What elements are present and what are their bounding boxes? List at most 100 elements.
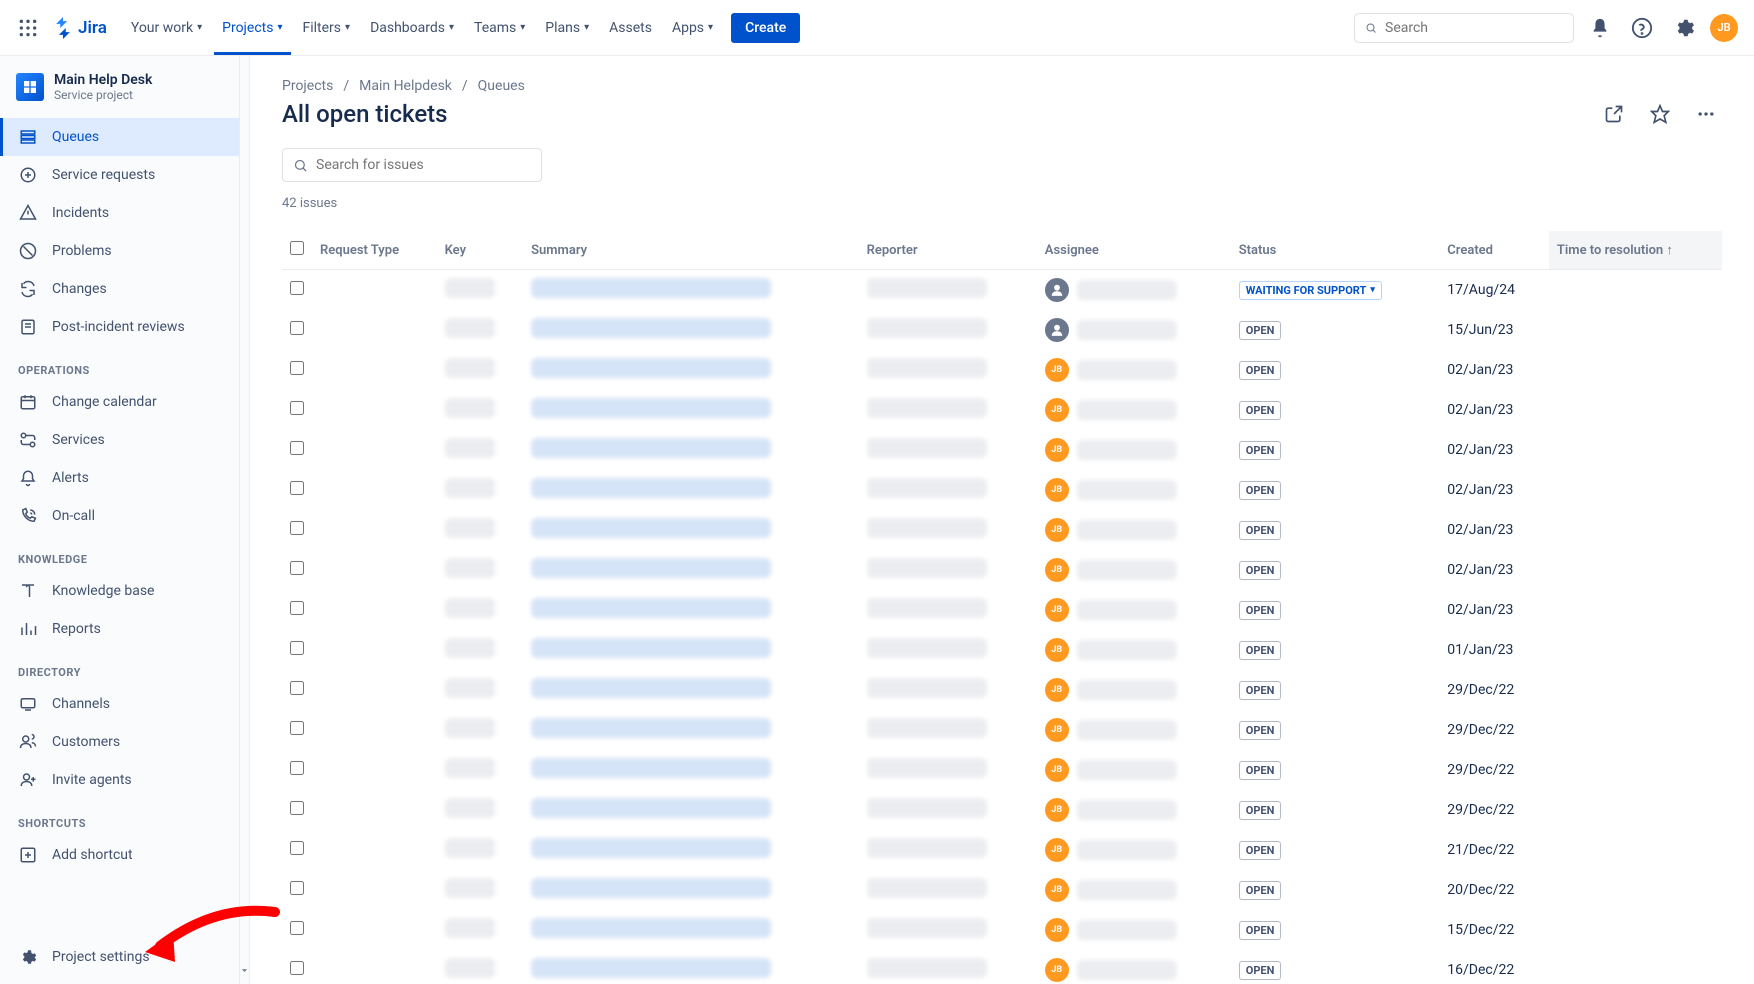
sidebar-item-problems[interactable]: Problems bbox=[0, 232, 239, 270]
status-badge[interactable]: OPEN bbox=[1239, 561, 1282, 580]
sidebar-item-service-requests[interactable]: Service requests bbox=[0, 156, 239, 194]
col-key[interactable]: Key bbox=[437, 231, 523, 270]
table-row[interactable]: JBOPEN29/Dec/22 bbox=[282, 750, 1722, 790]
col-request-type[interactable]: Request Type bbox=[312, 231, 437, 270]
table-row[interactable]: JBOPEN02/Jan/23 bbox=[282, 470, 1722, 510]
row-checkbox[interactable] bbox=[290, 761, 304, 775]
status-badge[interactable]: OPEN bbox=[1239, 361, 1282, 380]
notifications-icon[interactable] bbox=[1584, 12, 1616, 44]
col-created[interactable]: Created bbox=[1439, 231, 1549, 270]
sidebar-item-knowledge-base[interactable]: Knowledge base bbox=[0, 572, 239, 610]
col-status[interactable]: Status bbox=[1231, 231, 1440, 270]
sidebar-item-on-call[interactable]: On-call bbox=[0, 497, 239, 535]
status-badge[interactable]: OPEN bbox=[1239, 841, 1282, 860]
nav-dashboards[interactable]: Dashboards▾ bbox=[362, 14, 462, 42]
sidebar-item-invite-agents[interactable]: Invite agents bbox=[0, 761, 239, 799]
sidebar-resizer[interactable] bbox=[240, 56, 250, 984]
table-row[interactable]: JBOPEN02/Jan/23 bbox=[282, 430, 1722, 470]
table-row[interactable]: JBOPEN29/Dec/22 bbox=[282, 710, 1722, 750]
table-row[interactable]: JBOPEN15/Dec/22 bbox=[282, 910, 1722, 950]
status-badge[interactable]: OPEN bbox=[1239, 921, 1282, 940]
nav-apps[interactable]: Apps▾ bbox=[664, 14, 721, 42]
sidebar-item-channels[interactable]: Channels bbox=[0, 685, 239, 723]
row-checkbox[interactable] bbox=[290, 841, 304, 855]
breadcrumb-project[interactable]: Main Helpdesk bbox=[359, 78, 452, 94]
global-search[interactable] bbox=[1354, 13, 1574, 43]
nav-your-work[interactable]: Your work▾ bbox=[123, 14, 210, 42]
star-icon[interactable] bbox=[1644, 98, 1676, 130]
table-row[interactable]: JBOPEN02/Jan/23 bbox=[282, 590, 1722, 630]
issue-search-input[interactable] bbox=[316, 157, 531, 173]
sidebar-item-incidents[interactable]: Incidents bbox=[0, 194, 239, 232]
table-row[interactable]: JBOPEN01/Jan/23 bbox=[282, 630, 1722, 670]
row-checkbox[interactable] bbox=[290, 601, 304, 615]
table-row[interactable]: JBOPEN16/Dec/22 bbox=[282, 950, 1722, 984]
row-checkbox[interactable] bbox=[290, 281, 304, 295]
row-checkbox[interactable] bbox=[290, 401, 304, 415]
table-row[interactable]: WAITING FOR SUPPORT ▾17/Aug/24 bbox=[282, 270, 1722, 311]
sidebar-item-queues[interactable]: Queues bbox=[0, 118, 239, 156]
jira-logo[interactable]: Jira bbox=[52, 17, 107, 39]
col-summary[interactable]: Summary bbox=[523, 231, 858, 270]
open-external-icon[interactable] bbox=[1598, 98, 1630, 130]
table-row[interactable]: JBOPEN02/Jan/23 bbox=[282, 550, 1722, 590]
row-checkbox[interactable] bbox=[290, 641, 304, 655]
more-icon[interactable] bbox=[1690, 98, 1722, 130]
col-reporter[interactable]: Reporter bbox=[859, 231, 1037, 270]
table-row[interactable]: JBOPEN02/Jan/23 bbox=[282, 510, 1722, 550]
sidebar-item-customers[interactable]: Customers bbox=[0, 723, 239, 761]
sidebar-item-change-calendar[interactable]: Change calendar bbox=[0, 383, 239, 421]
sidebar-item-reports[interactable]: Reports bbox=[0, 610, 239, 648]
status-badge[interactable]: OPEN bbox=[1239, 761, 1282, 780]
nav-filters[interactable]: Filters▾ bbox=[295, 14, 359, 42]
nav-teams[interactable]: Teams▾ bbox=[466, 14, 533, 42]
sidebar-item-add-shortcut[interactable]: Add shortcut bbox=[0, 836, 239, 874]
row-checkbox[interactable] bbox=[290, 561, 304, 575]
status-badge[interactable]: OPEN bbox=[1239, 721, 1282, 740]
global-search-input[interactable] bbox=[1385, 20, 1563, 36]
user-avatar[interactable]: JB bbox=[1710, 14, 1738, 42]
status-badge[interactable]: OPEN bbox=[1239, 801, 1282, 820]
row-checkbox[interactable] bbox=[290, 921, 304, 935]
help-icon[interactable] bbox=[1626, 12, 1658, 44]
col-time-to-resolution[interactable]: Time to resolution ↑ bbox=[1549, 231, 1722, 270]
settings-icon[interactable] bbox=[1668, 12, 1700, 44]
row-checkbox[interactable] bbox=[290, 961, 304, 975]
status-badge[interactable]: OPEN bbox=[1239, 961, 1282, 980]
create-button[interactable]: Create bbox=[731, 13, 800, 43]
row-checkbox[interactable] bbox=[290, 681, 304, 695]
row-checkbox[interactable] bbox=[290, 361, 304, 375]
table-row[interactable]: JBOPEN02/Jan/23 bbox=[282, 350, 1722, 390]
row-checkbox[interactable] bbox=[290, 801, 304, 815]
nav-plans[interactable]: Plans▾ bbox=[537, 14, 597, 42]
app-switcher-icon[interactable] bbox=[16, 16, 40, 40]
row-checkbox[interactable] bbox=[290, 521, 304, 535]
status-badge[interactable]: OPEN bbox=[1239, 641, 1282, 660]
table-row[interactable]: JBOPEN21/Dec/22 bbox=[282, 830, 1722, 870]
table-row[interactable]: JBOPEN29/Dec/22 bbox=[282, 670, 1722, 710]
status-badge[interactable]: OPEN bbox=[1239, 601, 1282, 620]
status-badge[interactable]: OPEN bbox=[1239, 481, 1282, 500]
col-assignee[interactable]: Assignee bbox=[1037, 231, 1231, 270]
table-row[interactable]: JBOPEN20/Dec/22 bbox=[282, 870, 1722, 910]
table-row[interactable]: JBOPEN29/Dec/22 bbox=[282, 790, 1722, 830]
select-all-checkbox[interactable] bbox=[290, 241, 304, 255]
status-badge[interactable]: OPEN bbox=[1239, 681, 1282, 700]
row-checkbox[interactable] bbox=[290, 321, 304, 335]
table-row[interactable]: JBOPEN02/Jan/23 bbox=[282, 390, 1722, 430]
status-badge[interactable]: OPEN bbox=[1239, 441, 1282, 460]
issue-search[interactable] bbox=[282, 148, 542, 182]
row-checkbox[interactable] bbox=[290, 481, 304, 495]
row-checkbox[interactable] bbox=[290, 721, 304, 735]
nav-assets[interactable]: Assets bbox=[601, 14, 660, 42]
status-badge[interactable]: OPEN bbox=[1239, 881, 1282, 900]
nav-projects[interactable]: Projects▾ bbox=[214, 14, 290, 42]
sidebar-item-changes[interactable]: Changes bbox=[0, 270, 239, 308]
project-header[interactable]: Main Help Desk Service project bbox=[0, 72, 239, 118]
breadcrumb-projects[interactable]: Projects bbox=[282, 78, 333, 94]
row-checkbox[interactable] bbox=[290, 441, 304, 455]
status-badge[interactable]: OPEN bbox=[1239, 521, 1282, 540]
table-row[interactable]: OPEN15/Jun/23 bbox=[282, 310, 1722, 350]
status-badge[interactable]: WAITING FOR SUPPORT ▾ bbox=[1239, 281, 1382, 300]
breadcrumb-queues[interactable]: Queues bbox=[478, 78, 525, 94]
